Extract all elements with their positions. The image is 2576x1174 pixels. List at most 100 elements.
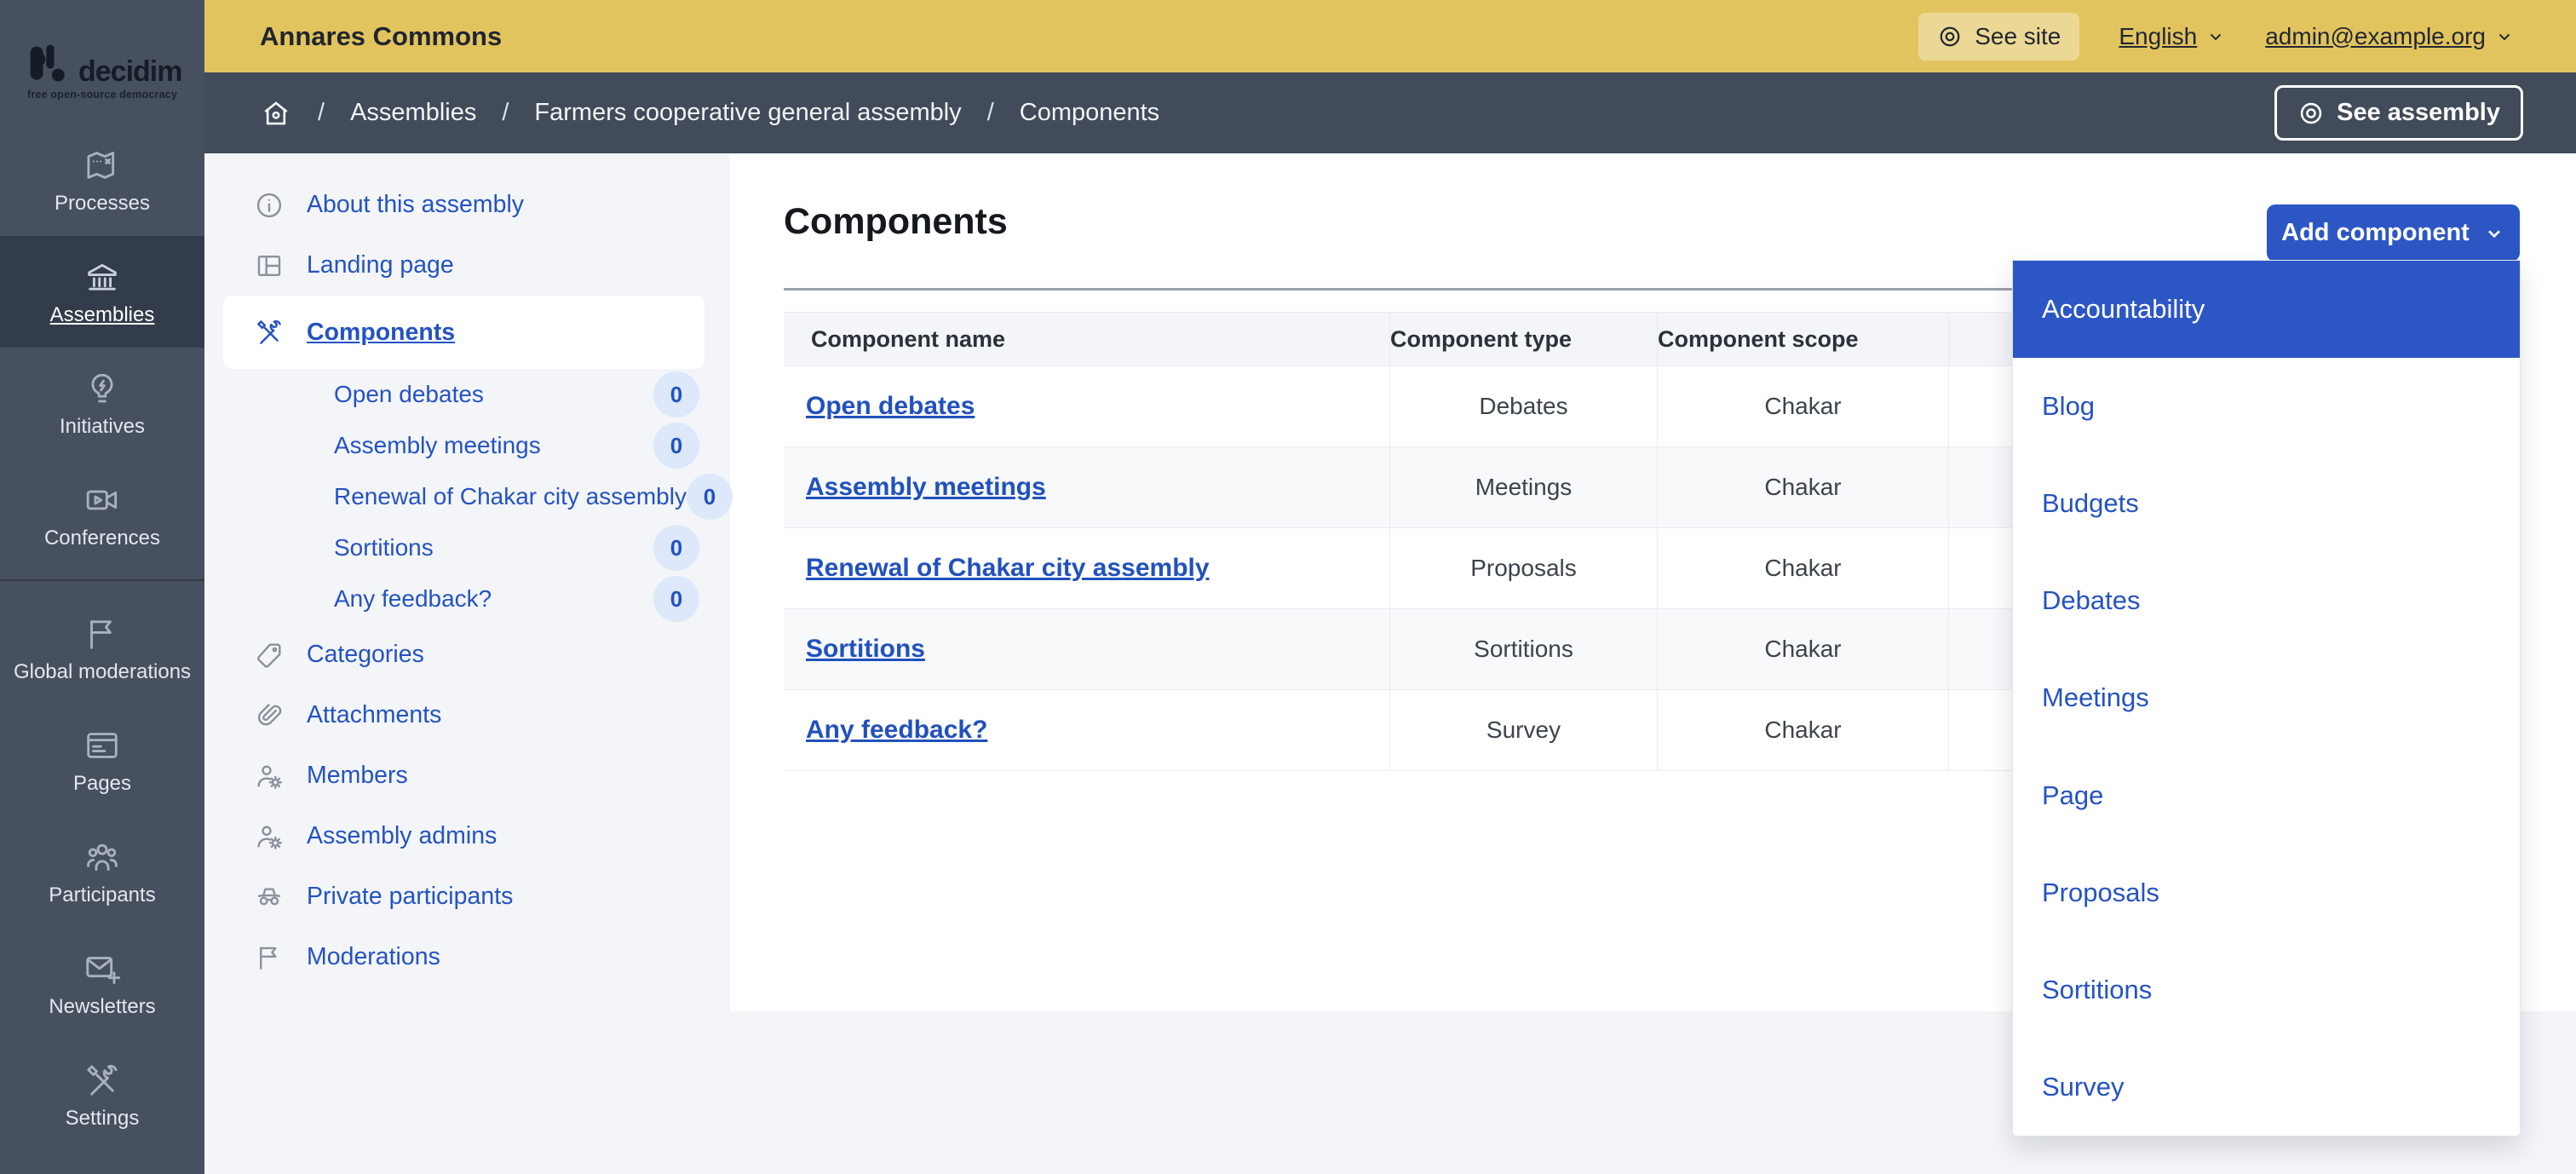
component-name-link[interactable]: Open debates	[806, 392, 975, 421]
flag-icon	[83, 614, 122, 653]
assembly-menu-item-private-participants[interactable]: Private participants	[223, 866, 704, 927]
add-component-menu-item-accountability[interactable]: Accountability	[2013, 261, 2520, 358]
add-component-button[interactable]: Add component	[2267, 204, 2520, 262]
component-type-cell: Sortitions	[1390, 609, 1658, 690]
sidebar-item-label: Pages	[70, 773, 135, 795]
assembly-menu-item-landing-page[interactable]: Landing page	[223, 235, 704, 296]
sidebar-item-processes[interactable]: Processes	[0, 124, 204, 236]
see-site-button[interactable]: See site	[1918, 13, 2079, 60]
add-component-menu: AccountabilityBlogBudgetsDebatesMeetings…	[2012, 260, 2521, 1137]
component-type-value: Debates	[1479, 393, 1567, 420]
add-component-menu-item-debates[interactable]: Debates	[2013, 552, 2520, 649]
sidebar-item-label: Participants	[45, 884, 158, 906]
sidebar-item-pages[interactable]: Pages	[0, 705, 204, 816]
component-type-cell: Debates	[1390, 366, 1658, 447]
sidebar-item-newsletters[interactable]: Newsletters	[0, 928, 204, 1039]
component-name-cell: Sortitions	[784, 609, 1390, 690]
add-component-menu-item-proposals[interactable]: Proposals	[2013, 844, 2520, 941]
video-camera-icon	[83, 481, 122, 520]
bank-icon	[83, 257, 122, 296]
assembly-menu-item-label: Members	[307, 762, 408, 790]
component-scope-cell: Chakar	[1658, 528, 1949, 609]
sidebar-item-label: Assemblies	[47, 304, 158, 326]
assembly-menu-item-label: Components	[307, 319, 455, 347]
breadcrumb-item-assemblies[interactable]: Assemblies	[350, 99, 476, 127]
breadcrumb: / Assemblies / Farmers cooperative general …	[260, 97, 1159, 129]
see-assembly-button[interactable]: See assembly	[2274, 85, 2523, 141]
component-type-value: Proposals	[1470, 555, 1577, 582]
add-component-menu-item-page[interactable]: Page	[2013, 747, 2520, 844]
chevron-down-icon	[2494, 26, 2515, 47]
sidebar-nav: Processes Assemblies InitiativesConference…	[0, 124, 204, 1151]
component-menu-item-assembly-meetings[interactable]: Assembly meetings 0	[223, 420, 704, 471]
see-assembly-label: See assembly	[2337, 99, 2500, 127]
component-name-link[interactable]: Renewal of Chakar city assembly	[806, 554, 1210, 583]
assembly-menu-item-assembly-admins[interactable]: Assembly admins	[223, 806, 704, 866]
assembly-menu-item-label: Attachments	[307, 701, 441, 729]
component-menu-item-any-feedback[interactable]: Any feedback? 0	[223, 573, 704, 624]
language-selector[interactable]: English	[2119, 23, 2226, 50]
breadcrumb-separator: /	[502, 99, 509, 127]
add-component-label: Add component	[2281, 219, 2470, 247]
sidebar-item-settings[interactable]: Settings	[0, 1039, 204, 1151]
count-badge: 0	[653, 576, 699, 622]
component-menu-item-renewal-of-chakar-city-assembly[interactable]: Renewal of Chakar city assembly0	[223, 471, 704, 522]
home-icon[interactable]	[260, 97, 292, 129]
assembly-menu-item-attachments[interactable]: Attachments	[223, 685, 704, 745]
component-name-link[interactable]: Sortitions	[806, 635, 925, 664]
component-menu-item-label: Assembly meetings	[334, 432, 541, 459]
assembly-menu-item-label: Assembly admins	[307, 822, 497, 850]
assembly-menu-item-about-this-assembly[interactable]: About this assembly	[223, 175, 704, 235]
eye-icon	[2297, 100, 2325, 127]
decidim-logo-tagline: free open-source democracy	[27, 89, 204, 101]
add-component-menu-item-sortitions[interactable]: Sortitions	[2013, 941, 2520, 1039]
component-name-cell: Renewal of Chakar city assembly	[784, 528, 1390, 609]
breadcrumb-separator: /	[987, 99, 994, 127]
mail-plus-icon	[83, 949, 122, 988]
map-icon	[83, 146, 122, 185]
tools-icon	[254, 317, 285, 348]
sidebar-item-assemblies[interactable]: Assemblies	[0, 236, 204, 348]
sidebar-item-global-moderations[interactable]: Global moderations	[0, 593, 204, 705]
assembly-menu-item-members[interactable]: Members	[223, 745, 704, 806]
component-scope-cell: Chakar	[1658, 609, 1949, 690]
user-email: admin@example.org	[2265, 23, 2486, 50]
sidebar-item-initiatives[interactable]: Initiatives	[0, 348, 204, 459]
component-type-value: Sortitions	[1474, 636, 1573, 663]
breadcrumb-item-farmers-cooperative-general-assembly[interactable]: Farmers cooperative general assembly	[534, 99, 961, 127]
count-badge: 0	[653, 423, 699, 469]
component-menu-item-sortitions[interactable]: Sortitions0	[223, 522, 704, 573]
breadcrumb-item-components[interactable]: Components	[1020, 99, 1159, 127]
decidim-logo-text: decidim	[78, 60, 181, 83]
component-name-link[interactable]: Assembly meetings	[806, 473, 1046, 502]
component-scope-cell: Chakar	[1658, 366, 1949, 447]
page-title: Components	[784, 201, 2520, 243]
component-scope-cell: Chakar	[1658, 447, 1949, 528]
tag-icon	[254, 640, 285, 670]
add-component-menu-item-survey[interactable]: Survey	[2013, 1039, 2520, 1136]
assembly-menu-item-label: Private participants	[307, 883, 513, 911]
assembly-menu-item-components[interactable]: Components	[223, 296, 704, 369]
user-menu[interactable]: admin@example.org	[2265, 23, 2515, 50]
assembly-menu-item-label: Categories	[307, 641, 424, 669]
eye-icon	[1937, 24, 1963, 49]
breadcrumb-separator: /	[318, 99, 325, 127]
add-component-menu-item-meetings[interactable]: Meetings	[2013, 649, 2520, 746]
add-component-menu-item-budgets[interactable]: Budgets	[2013, 455, 2520, 552]
sidebar-item-label: Settings	[62, 1108, 143, 1130]
component-name-link[interactable]: Any feedback?	[806, 716, 987, 745]
component-menu-item-label: Any feedback?	[334, 585, 492, 613]
component-menu-item-open-debates[interactable]: Open debates0	[223, 369, 704, 420]
sidebar-item-participants[interactable]: Participants	[0, 816, 204, 928]
add-component-menu-item-blog[interactable]: Blog	[2013, 358, 2520, 455]
incognito-icon	[254, 882, 285, 912]
component-scope-value: Chakar	[1764, 474, 1841, 501]
assembly-menu-item-moderations[interactable]: Moderations	[223, 927, 704, 987]
person-gear-icon	[254, 821, 285, 852]
chevron-down-icon	[2205, 26, 2226, 47]
component-menu-item-label: Sortitions	[334, 534, 434, 561]
sidebar-item-conferences[interactable]: Conferences	[0, 459, 204, 571]
assembly-menu-item-categories[interactable]: Categories	[223, 624, 704, 685]
component-menu-item-label: Open debates	[334, 381, 484, 408]
person-gear-icon	[254, 761, 285, 791]
